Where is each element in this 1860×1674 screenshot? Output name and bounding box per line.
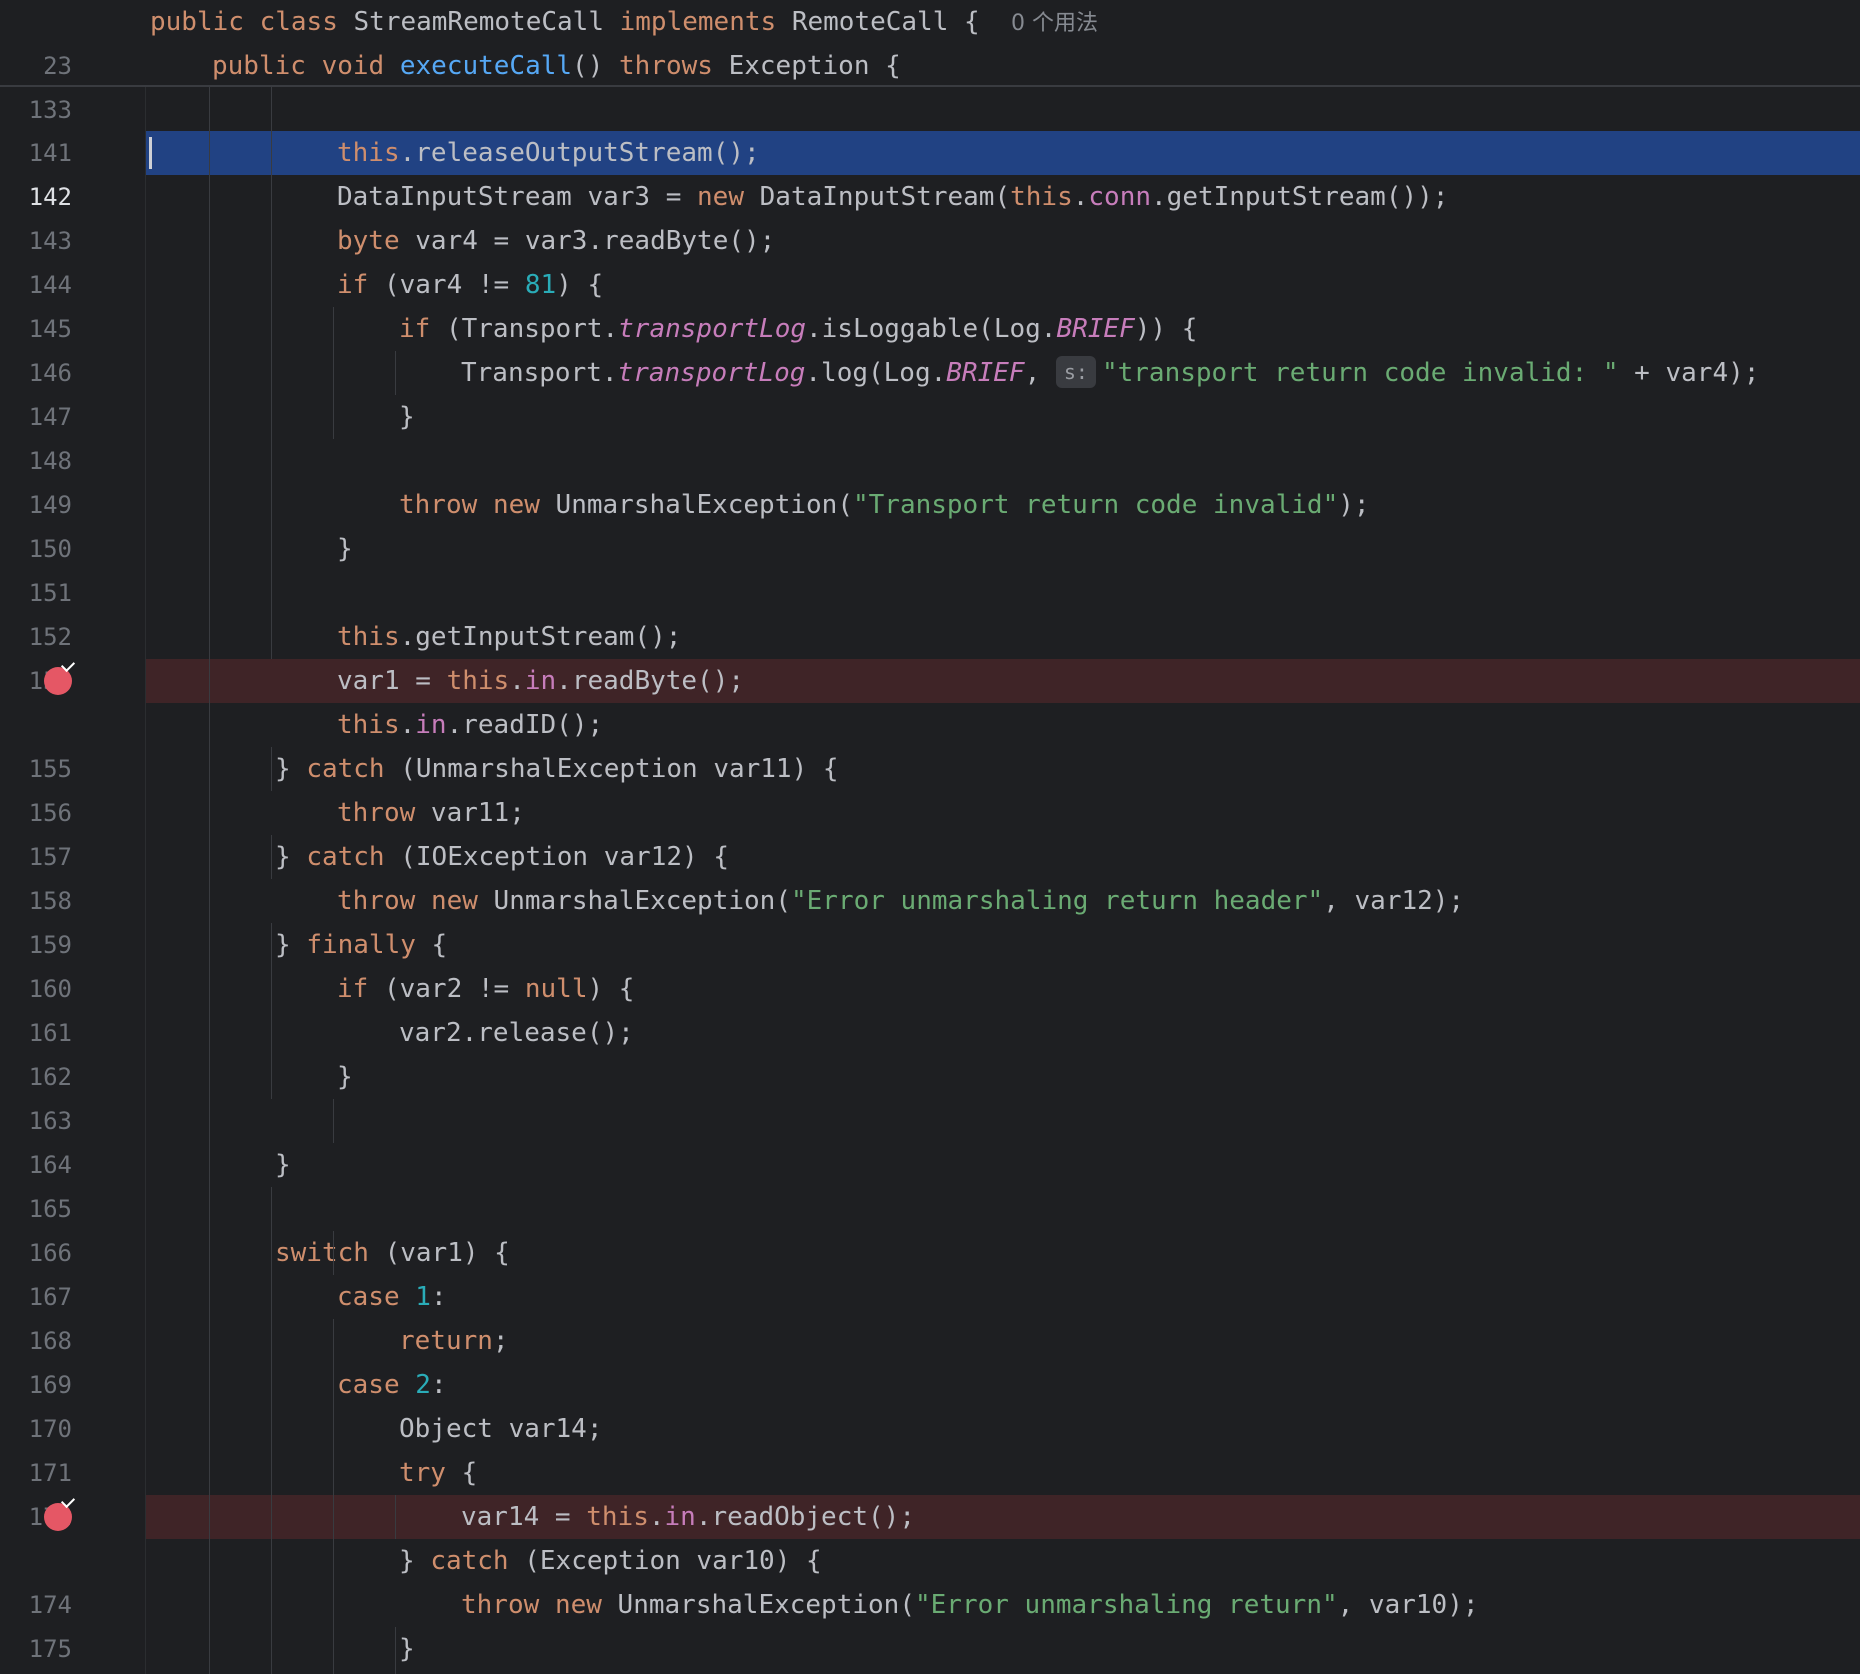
class-declaration: public class StreamRemoteCall implements…: [150, 7, 1098, 37]
code-line[interactable]: 149: [0, 439, 1860, 519]
text-caret: [149, 137, 152, 169]
indent-guide: [333, 1319, 334, 1674]
breakpoint-icon[interactable]: [44, 1493, 76, 1531]
code-line[interactable]: 165 }: [0, 1143, 1860, 1223]
indent-guide: [395, 1495, 396, 1539]
code-line[interactable]: 164: [0, 1099, 1860, 1179]
code-line[interactable]: 167 switch (var1) {: [0, 1231, 1860, 1311]
code-line[interactable]: 159 throw new UnmarshalException("Error …: [0, 879, 1860, 959]
code-line[interactable]: 143 DataInputStream var3 = new DataInput…: [0, 175, 1860, 255]
indent-guide: [271, 1187, 272, 1674]
code-line[interactable]: 158 } catch (IOException var12) {: [0, 835, 1860, 915]
code-line-current[interactable]: 142 this.releaseOutputStream();: [0, 131, 1860, 211]
code-line[interactable]: 166: [0, 1187, 1860, 1267]
code-line[interactable]: 141: [0, 87, 1860, 167]
code-line[interactable]: 145 if (var4 != 81) {: [0, 263, 1860, 343]
code-line-breakpoint[interactable]: var14 = this.in.readObject();: [0, 1493, 1860, 1539]
code-line[interactable]: 163 }: [0, 1055, 1860, 1135]
indent-guide: [271, 923, 272, 1099]
code-line[interactable]: 168 case 1:: [0, 1275, 1860, 1355]
indent-guide: [333, 1231, 334, 1275]
code-line[interactable]: 160 } finally {: [0, 923, 1860, 1003]
code-line[interactable]: 152: [0, 571, 1860, 651]
code-line[interactable]: 148 }: [0, 395, 1860, 475]
code-line[interactable]: 157 throw var11;: [0, 791, 1860, 871]
code-line[interactable]: 155 this.in.readID();: [0, 703, 1860, 783]
indent-guide: [395, 351, 396, 395]
parameter-hint: s:: [1055, 356, 1096, 388]
code-line[interactable]: 144 byte var4 = var3.readByte();: [0, 219, 1860, 299]
line-number: 133: [28, 96, 72, 124]
sticky-line-method[interactable]: 133 public void executeCall() throws Exc…: [0, 44, 1860, 124]
code-line[interactable]: 161 if (var2 != null) {: [0, 967, 1860, 1047]
code-line[interactable]: 176 }: [0, 1627, 1860, 1671]
indent-guide: [333, 307, 334, 439]
code-line[interactable]: 172 try {: [0, 1451, 1860, 1531]
check-icon: [60, 1493, 76, 1509]
breakpoint-icon[interactable]: [44, 657, 76, 695]
code-line[interactable]: 169 return;: [0, 1319, 1860, 1399]
indent-guide: [271, 747, 272, 791]
code-line[interactable]: 150 throw new UnmarshalException("Transp…: [0, 483, 1860, 563]
code-line[interactable]: 146 if (Transport.transportLog.isLoggabl…: [0, 307, 1860, 387]
code-line[interactable]: 175 throw new UnmarshalException("Error …: [0, 1583, 1860, 1663]
indent-guide: [271, 87, 272, 659]
sticky-scroll-header: 23 public class StreamRemoteCall impleme…: [0, 0, 1860, 124]
code-line[interactable]: 151 }: [0, 527, 1860, 607]
code-line[interactable]: 162 var2.release();: [0, 1011, 1860, 1091]
indent-guide: [333, 1099, 334, 1143]
indent-guide: [395, 1627, 396, 1674]
code-line[interactable]: 153 this.getInputStream();: [0, 615, 1860, 695]
code-line[interactable]: 156 } catch (UnmarshalException var11) {: [0, 747, 1860, 827]
code-line[interactable]: 170 case 2:: [0, 1363, 1860, 1443]
code-line[interactable]: 171 Object var14;: [0, 1407, 1860, 1487]
usages-hint[interactable]: 0 个用法: [1011, 11, 1098, 36]
code-line-breakpoint[interactable]: var1 = this.in.readByte();: [0, 657, 1860, 703]
code-line[interactable]: 147 Transport.transportLog.log(Log.BRIEF…: [0, 351, 1860, 431]
indent-guide: [271, 835, 272, 879]
check-icon: [60, 657, 76, 673]
code-line[interactable]: 174 } catch (Exception var10) {: [0, 1539, 1860, 1619]
indent-guide: [209, 87, 210, 1674]
method-declaration: public void executeCall() throws Excepti…: [212, 51, 901, 81]
code-editor[interactable]: 141 142 this.releaseOutputStream(); 143 …: [0, 87, 1860, 1674]
sticky-line-class[interactable]: 23 public class StreamRemoteCall impleme…: [0, 0, 1860, 80]
